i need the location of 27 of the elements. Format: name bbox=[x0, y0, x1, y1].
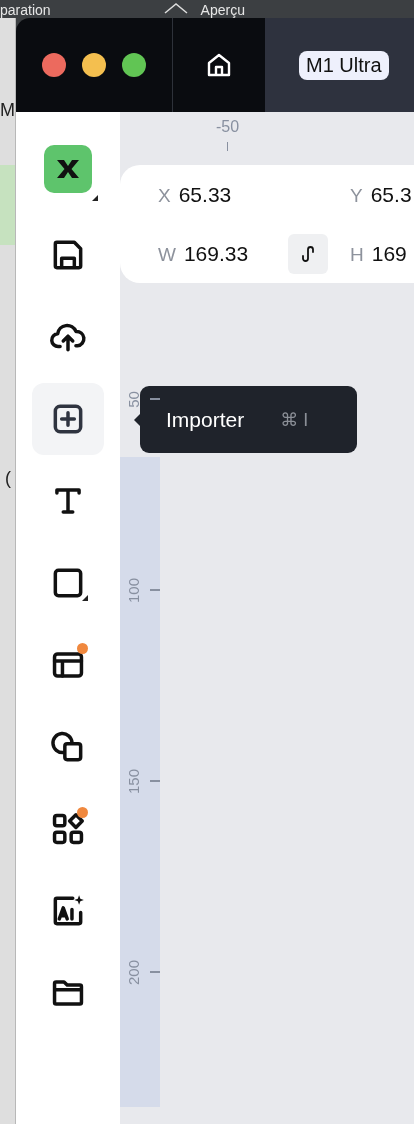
background-text: paration bbox=[0, 2, 51, 18]
field-label: H bbox=[350, 243, 364, 266]
maximize-button[interactable] bbox=[122, 53, 146, 77]
background-text: ( bbox=[5, 468, 11, 489]
tooltip-label: Importer bbox=[166, 407, 245, 432]
minimize-button[interactable] bbox=[82, 53, 106, 77]
field-label: X bbox=[158, 184, 171, 207]
logo-icon bbox=[44, 145, 92, 193]
ruler-label: -50 bbox=[216, 118, 240, 136]
field-label: Y bbox=[350, 184, 363, 207]
field-value[interactable]: 169.33 bbox=[183, 241, 249, 266]
field-value[interactable]: 169 bbox=[371, 241, 407, 266]
link-button[interactable] bbox=[288, 233, 328, 274]
field-label: W bbox=[158, 243, 176, 266]
tool-button[interactable] bbox=[32, 383, 104, 455]
background-text: Aperçu bbox=[200, 2, 245, 18]
field-value[interactable]: 65.3 bbox=[370, 182, 412, 207]
document-tab[interactable]: M1 Ultra bbox=[299, 50, 389, 80]
field-value[interactable]: 65.33 bbox=[178, 182, 232, 207]
ruler-label: 50 bbox=[124, 389, 142, 410]
close-button[interactable] bbox=[42, 53, 66, 77]
ruler-label: 150 bbox=[124, 767, 142, 796]
ruler-label: 100 bbox=[124, 576, 142, 605]
chevron-icon bbox=[162, 2, 189, 14]
background-text: M bbox=[0, 100, 15, 121]
ruler-label: 200 bbox=[124, 958, 142, 987]
shortcut-text: ⌘ I bbox=[280, 408, 309, 431]
